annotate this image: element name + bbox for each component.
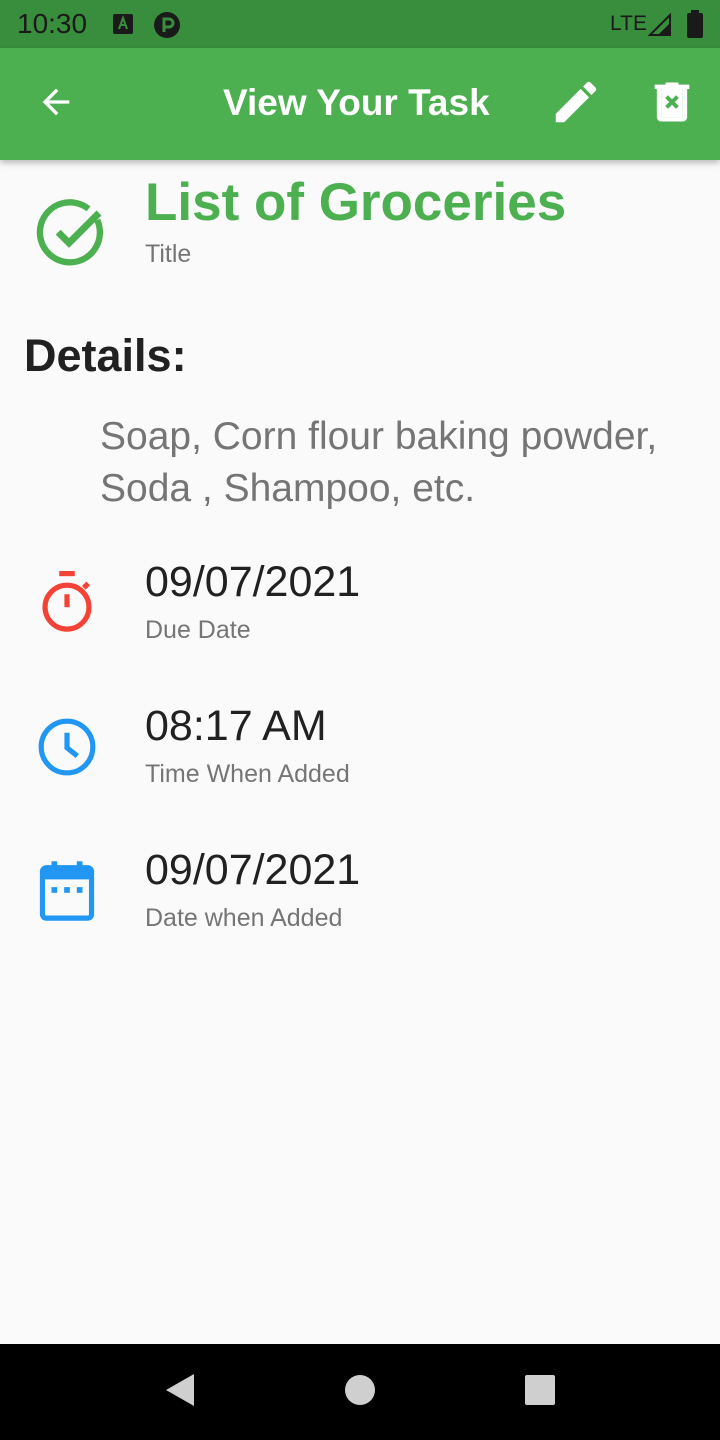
time-added-caption: Time When Added	[145, 760, 350, 788]
app-bar: View Your Task	[0, 48, 720, 160]
time-added-value: 08:17 AM	[145, 702, 327, 750]
a-notification-icon	[113, 14, 133, 34]
back-arrow-icon	[36, 82, 76, 127]
edit-pencil-icon	[549, 75, 603, 134]
due-date-value: 09/07/2021	[145, 558, 361, 606]
status-bar: 10:30 LTE	[0, 0, 720, 48]
back-button[interactable]	[30, 78, 82, 130]
delete-button[interactable]	[646, 76, 698, 132]
nav-home-icon	[344, 1374, 376, 1411]
network-type: LTE	[610, 12, 647, 35]
navigation-bar	[0, 1344, 720, 1440]
nav-back-icon	[163, 1372, 197, 1413]
nav-home-button[interactable]	[330, 1362, 390, 1422]
p-notification-icon	[153, 11, 181, 39]
details-text: Soap, Corn flour baking powder, Soda , S…	[100, 415, 658, 510]
signal-icon	[647, 12, 672, 37]
nav-recents-icon	[525, 1374, 555, 1410]
details-heading: Details:	[24, 330, 187, 381]
date-added-value: 09/07/2021	[145, 846, 361, 894]
task-title: List of Groceries	[145, 173, 567, 232]
title-caption: Title	[145, 240, 192, 268]
battery-icon	[686, 10, 704, 38]
edit-button[interactable]	[546, 78, 606, 130]
due-date-caption: Due Date	[145, 616, 251, 644]
delete-icon	[646, 76, 698, 133]
calendar-icon	[38, 860, 96, 922]
date-added-caption: Date when Added	[145, 904, 343, 932]
page-title: View Your Task	[223, 82, 490, 123]
check-circle-icon	[36, 198, 108, 270]
status-time: 10:30	[17, 8, 88, 39]
clock-icon	[36, 716, 98, 778]
nav-recents-button[interactable]	[510, 1362, 570, 1422]
timer-icon	[36, 568, 98, 636]
nav-back-button[interactable]	[150, 1364, 210, 1420]
